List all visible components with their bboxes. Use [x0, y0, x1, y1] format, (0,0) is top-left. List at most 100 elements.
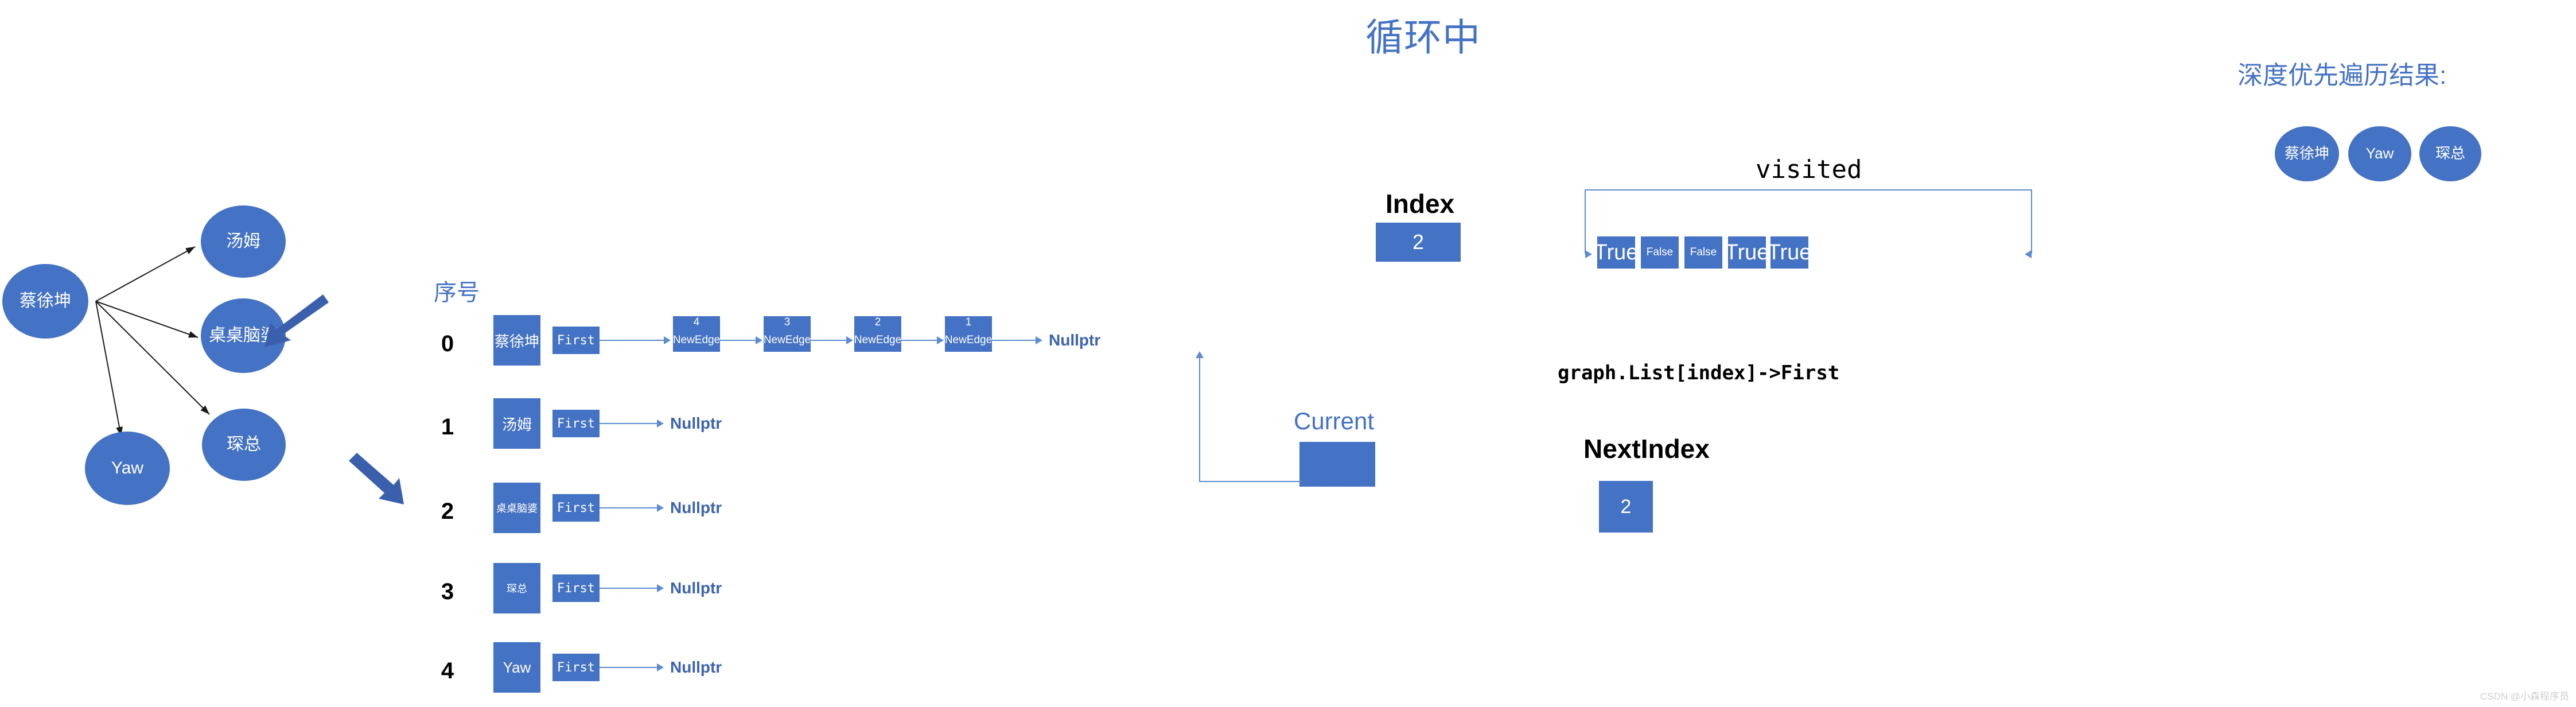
visited-cell-label: False [1690, 246, 1717, 258]
row-first-label: First [557, 581, 596, 596]
graph-node-caixukun[interactable]: 蔡徐坤 [2, 264, 88, 339]
dfs-result-label: 蔡徐坤 [2284, 145, 2329, 162]
visited-cell-2[interactable]: False [1684, 236, 1722, 269]
connector-line [600, 588, 657, 589]
visited-cell-3[interactable]: True [1725, 236, 1769, 269]
connector-line [600, 667, 657, 668]
edge-value-box: 4 [673, 316, 720, 329]
index-title: Index [1386, 189, 1455, 219]
connector-arrow-icon [657, 504, 664, 512]
graph-diagram: 蔡徐坤 汤姆 桌桌脑婆 琛总 Yaw [0, 189, 356, 545]
dfs-result-item-1[interactable]: Yaw [2348, 126, 2411, 181]
pointer-arrow-icon-2 [349, 453, 404, 504]
current-connector-horizontal [1199, 481, 1301, 482]
row-name-box[interactable]: 桌桌脑婆 [493, 483, 540, 533]
table-row: 2 桌桌脑婆 First Nullptr [436, 480, 1308, 538]
visited-cell-1[interactable]: False [1641, 236, 1679, 269]
row-name-box[interactable]: 汤姆 [493, 398, 540, 449]
row-first-box[interactable]: First [552, 494, 600, 522]
dfs-result-item-0[interactable]: 蔡徐坤 [2275, 126, 2339, 181]
graph-node-label: 蔡徐坤 [20, 292, 71, 311]
edge-value-box: 2 [854, 316, 901, 329]
connector-arrow-icon [657, 584, 664, 592]
dfs-result-label: 琛总 [2435, 145, 2465, 162]
row-first-label: First [557, 660, 596, 675]
current-value-box[interactable] [1299, 442, 1375, 487]
edge-value-box: 3 [764, 316, 811, 329]
table-row: 0 蔡徐坤 First 4 NewEdge 3 NewEdge 2 NewEdg… [436, 313, 1308, 370]
connector-line [811, 340, 846, 341]
nullptr-label: Nullptr [670, 579, 722, 597]
connector-arrow-icon [937, 336, 944, 344]
visited-cell-0[interactable]: True [1594, 236, 1638, 269]
row-name-label: 桌桌脑婆 [496, 503, 538, 514]
index-value: 2 [1412, 230, 1425, 254]
row-index: 0 [441, 331, 454, 356]
nextindex-value-box[interactable]: 2 [1599, 481, 1653, 533]
connector-arrow-icon [657, 419, 664, 428]
graph-node-yaw[interactable]: Yaw [85, 432, 170, 505]
row-name-box[interactable]: 琛总 [493, 563, 540, 613]
row-first-box[interactable]: First [552, 574, 600, 602]
row-first-box[interactable]: First [552, 327, 600, 354]
watermark: CSDN @小森程序员 [2480, 691, 2569, 702]
edge-node-box[interactable]: NewEdge [764, 329, 811, 352]
connector-line [600, 423, 657, 424]
current-connector-arrow-icon [1196, 351, 1204, 358]
connector-line [992, 340, 1036, 341]
visited-loop-left [1585, 189, 1586, 254]
edge-node-box[interactable]: NewEdge [673, 329, 720, 352]
current-connector-vertical [1199, 358, 1200, 482]
connector-line [720, 340, 756, 341]
graph-edges [95, 246, 210, 437]
dfs-result-item-2[interactable]: 琛总 [2419, 126, 2481, 181]
row-first-box[interactable]: First [552, 410, 600, 437]
nullptr-label: Nullptr [670, 658, 722, 676]
visited-loop-top [1585, 189, 2032, 191]
index-value-box[interactable]: 2 [1376, 223, 1461, 262]
row-index: 3 [441, 579, 454, 604]
row-name-label: 琛总 [507, 583, 527, 595]
row-first-label: First [557, 416, 596, 431]
row-first-box[interactable]: First [552, 654, 600, 681]
row-name-box[interactable]: Yaw [493, 642, 540, 693]
graph-node-tangmu[interactable]: 汤姆 [201, 205, 286, 278]
visited-loop-arrow-left-icon [1585, 250, 1592, 258]
edge-node-box[interactable]: NewEdge [945, 329, 992, 352]
row-name-box[interactable]: 蔡徐坤 [493, 315, 540, 366]
dfs-result-list: 蔡徐坤 Yaw 琛总 [2275, 126, 2573, 195]
graph-node-label: 汤姆 [226, 232, 260, 251]
row-index: 2 [441, 499, 454, 524]
visited-title: visited [1756, 155, 1862, 184]
connector-arrow-icon [657, 663, 664, 671]
visited-cell-4[interactable]: True [1768, 236, 1811, 269]
row-name-label: 蔡徐坤 [494, 332, 539, 350]
graph-node-label: 琛总 [227, 435, 261, 454]
graph-node-label: Yaw [111, 459, 144, 478]
visited-cell-label: True [1767, 240, 1812, 265]
connector-line [600, 507, 657, 508]
visited-cells: True False False True True [1594, 236, 2045, 271]
nullptr-label: Nullptr [670, 414, 722, 432]
page-title: 循环中 [1365, 16, 1481, 59]
edge-value-label: 4 [693, 316, 700, 328]
edge-value-box: 1 [945, 316, 992, 329]
visited-cell-label: True [1594, 240, 1639, 265]
connector-arrow-icon [846, 336, 853, 344]
row-name-label: 汤姆 [501, 415, 532, 433]
row-first-label: First [557, 500, 596, 515]
row-first-label: First [557, 333, 596, 348]
nullptr-label: Nullptr [1049, 331, 1101, 349]
graph-node-chenzong[interactable]: 琛总 [202, 409, 286, 481]
connector-line [901, 340, 937, 341]
edge-value-label: 1 [965, 316, 972, 328]
connector-arrow-icon [756, 336, 762, 344]
connector-line [600, 340, 664, 341]
nextindex-title: NextIndex [1583, 434, 1710, 464]
connector-arrow-icon [1036, 336, 1042, 344]
row-index: 1 [441, 414, 454, 440]
table-row: 3 琛总 First Nullptr [436, 561, 1308, 618]
edge-node-label: NewEdge [854, 334, 902, 346]
edge-node-box[interactable]: NewEdge [854, 329, 901, 352]
edge-value-label: 2 [874, 316, 881, 328]
